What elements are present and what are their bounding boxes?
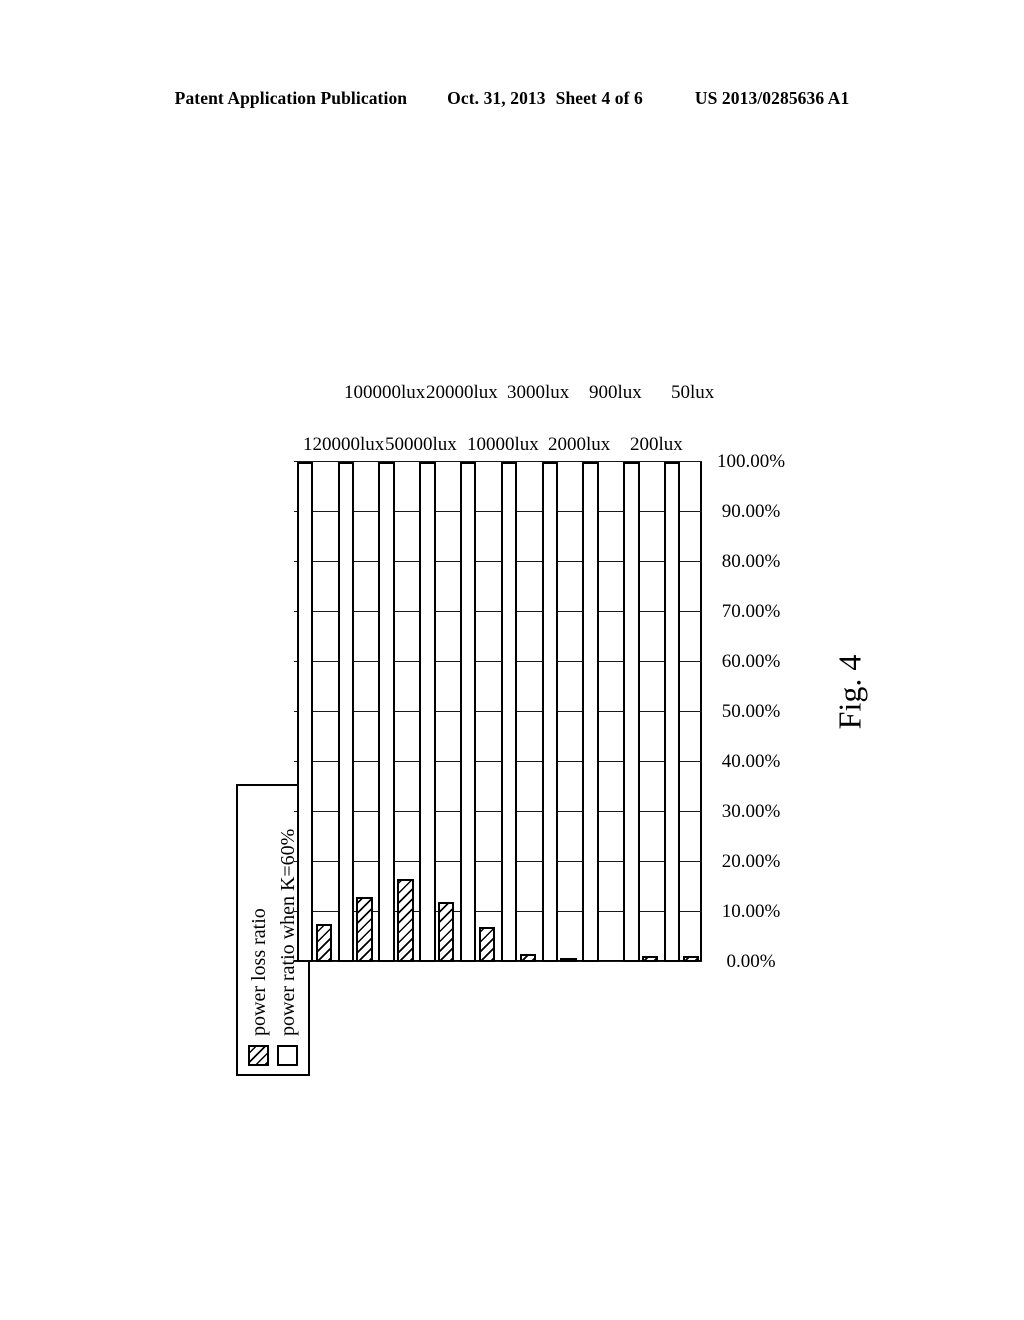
- category-axis-labels: 50lux 200lux 900lux 2000lux 3000lux 10000lux 2…: [294, 354, 713, 458]
- category-axis-tick-label: 2000lux: [548, 434, 611, 455]
- bar-power-ratio-k60: [582, 462, 599, 962]
- value-axis-tick-label: 70.00%: [721, 601, 781, 622]
- bar-group: [457, 462, 498, 962]
- bar-power-ratio-k60: [296, 462, 314, 962]
- category-axis-tick-label: 120000lux: [303, 434, 385, 455]
- bar-power-loss-ratio: [560, 958, 577, 962]
- legend-item-power-loss-ratio: power loss ratio: [245, 794, 273, 1066]
- figure-4-chart: power loss ratio power ratio when K=60% …: [232, 320, 792, 1080]
- bar-power-loss-ratio: [519, 954, 536, 962]
- legend-label-power-loss-ratio: power loss ratio: [247, 908, 270, 1036]
- category-axis-tick-label: 3000lux: [507, 382, 570, 403]
- bar-power-loss-ratio: [478, 927, 496, 962]
- category-axis-tick-label: 50000lux: [385, 434, 457, 455]
- category-axis-tick-label: 900lux: [589, 382, 642, 403]
- value-axis-tick-label: 50.00%: [721, 701, 781, 722]
- category-axis-tick-label: 100000lux: [344, 382, 426, 403]
- value-axis-tick-label: 100.00%: [716, 451, 786, 472]
- bar-power-ratio-k60: [419, 462, 436, 962]
- bar-power-ratio-k60: [623, 462, 640, 962]
- bar-power-ratio-k60: [500, 462, 518, 962]
- bar-group: [335, 462, 376, 962]
- category-axis-tick-label: 10000lux: [466, 434, 539, 455]
- bar-power-loss-ratio: [438, 902, 455, 962]
- header-publication: Patent Application Publication: [174, 88, 408, 108]
- bar-group: [539, 462, 580, 962]
- figure-caption-text: Fig. 4: [831, 654, 868, 730]
- value-axis-tick-label: 90.00%: [721, 501, 781, 522]
- bar-group: [416, 462, 457, 962]
- bar-power-ratio-k60: [664, 462, 681, 962]
- value-axis-tick-label: 40.00%: [721, 751, 781, 772]
- header-date: Oct. 31, 2013: [447, 88, 546, 108]
- category-axis-tick-label: 200lux: [629, 434, 683, 455]
- bar-power-ratio-k60: [460, 462, 477, 962]
- value-axis-tick-label: 0.00%: [726, 951, 776, 972]
- value-axis-labels: 100.00% 90.00% 80.00% 70.00% 60.00% 50.00% 40.…: [702, 451, 788, 972]
- bar-power-loss-ratio: [397, 879, 414, 962]
- bar-power-loss-ratio: [315, 924, 332, 962]
- header-patent-number: US 2013/0285636 A1: [694, 88, 850, 108]
- header-sheet: Sheet 4 of 6: [555, 88, 643, 108]
- bar-group: [294, 462, 335, 962]
- bar-power-ratio-k60: [541, 462, 558, 962]
- category-axis-tick-label: 50lux: [670, 382, 714, 403]
- value-axis-tick-label: 10.00%: [721, 901, 781, 922]
- bar-group: [580, 462, 621, 962]
- bar-group: [498, 462, 539, 962]
- value-axis-tick-label: 80.00%: [721, 551, 781, 572]
- figure-caption: Fig. 4: [790, 632, 910, 752]
- value-axis-tick-label: 30.00%: [721, 801, 781, 822]
- bar-group: [661, 462, 702, 962]
- patent-header: Patent Application Publication Oct. 31, …: [0, 88, 1024, 118]
- bar-group: [620, 462, 661, 962]
- bar-power-loss-ratio: [642, 956, 659, 962]
- value-axis-tick-label: 60.00%: [721, 651, 781, 672]
- legend-swatch-empty-icon: [277, 1045, 298, 1066]
- bar-power-loss-ratio: [356, 897, 373, 962]
- bar-group: [376, 462, 417, 962]
- plot-area: [294, 461, 702, 962]
- bar-power-ratio-k60: [337, 462, 354, 962]
- bar-power-ratio-k60: [378, 462, 395, 962]
- value-axis-tick-label: 20.00%: [721, 851, 781, 872]
- bar-power-loss-ratio: [682, 956, 700, 962]
- legend-swatch-hatched-icon: [248, 1045, 269, 1066]
- category-axis-tick-label: 20000lux: [425, 382, 498, 403]
